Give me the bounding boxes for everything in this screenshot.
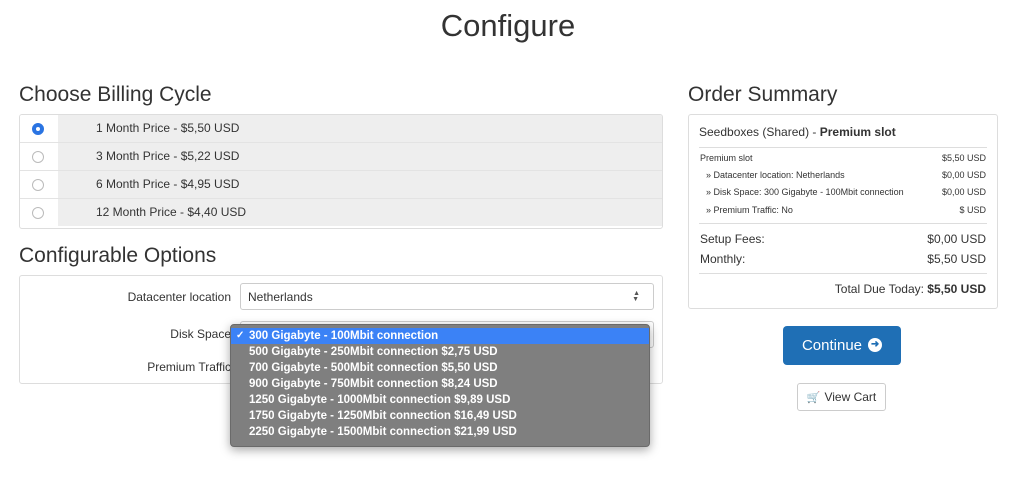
radio-3-month[interactable] [32,151,44,163]
premium-traffic-label: Premium Traffic [147,360,231,374]
radio-1-month[interactable] [32,123,44,135]
dropdown-option[interactable]: 500 Gigabyte - 250Mbit connection $2,75 … [231,344,649,360]
summary-divider [699,273,987,274]
shopping-cart-icon: 🛒 [806,392,821,404]
disk-space-label: Disk Space [170,327,231,341]
arrow-circle-right-icon: ➜ [868,338,883,353]
dropdown-option[interactable]: 1750 Gigabyte - 1250Mbit connection $16,… [231,408,649,424]
dropdown-option[interactable]: 700 Gigabyte - 500Mbit connection $5,50 … [231,360,649,376]
billing-option-12[interactable]: 12 Month Price - $4,40 USD [20,199,662,226]
summary-line: » Datacenter location: Netherlands $0,00 … [706,170,986,180]
summary-divider [699,147,987,148]
datacenter-select[interactable]: Netherlands ▲▼ [240,283,654,310]
continue-button[interactable]: Continue ➜ [783,326,901,365]
page-title: Configure [440,8,576,43]
total-due-row: Total Due Today: $5,50 USD [834,282,986,296]
summary-divider [699,223,987,224]
billing-option-label: 1 Month Price - $5,50 USD [58,115,662,142]
billing-options: 1 Month Price - $5,50 USD 3 Month Price … [19,114,663,229]
summary-line: Premium slot $5,50 USD [700,153,986,163]
monthly-row: Monthly: $5,50 USD [700,252,986,266]
radio-12-month[interactable] [32,207,44,219]
radio-6-month[interactable] [32,179,44,191]
setup-fees-row: Setup Fees: $0,00 USD [700,232,986,246]
datacenter-value: Netherlands [248,290,313,304]
billing-option-label: 12 Month Price - $4,40 USD [58,199,662,226]
dropdown-option[interactable]: 1250 Gigabyte - 1000Mbit connection $9,8… [231,392,649,408]
billing-option-3[interactable]: 3 Month Price - $5,22 USD [20,143,662,171]
view-cart-button[interactable]: 🛒 View Cart [797,383,886,411]
summary-line: » Premium Traffic: No $ USD [706,205,986,215]
order-summary-box: Seedboxes (Shared) - Premium slot Premiu… [688,114,998,309]
summary-product-heading: Seedboxes (Shared) - Premium slot [699,125,896,139]
dropdown-option[interactable]: 900 Gigabyte - 750Mbit connection $8,24 … [231,376,649,392]
configurable-options-title: Configurable Options [19,244,217,267]
dropdown-option[interactable]: ✓ 300 Gigabyte - 100Mbit connection [231,328,649,344]
order-summary-title: Order Summary [688,83,838,106]
billing-title: Choose Billing Cycle [19,83,212,106]
billing-option-6[interactable]: 6 Month Price - $4,95 USD [20,171,662,199]
select-arrows-icon: ▲▼ [632,290,641,303]
check-icon: ✓ [236,330,245,341]
billing-option-label: 6 Month Price - $4,95 USD [58,171,662,198]
summary-line: » Disk Space: 300 Gigabyte - 100Mbit con… [706,187,986,197]
datacenter-label: Datacenter location [127,290,231,304]
dropdown-option[interactable]: 2250 Gigabyte - 1500Mbit connection $21,… [231,424,649,440]
disk-space-dropdown[interactable]: ✓ 300 Gigabyte - 100Mbit connection 500 … [230,324,650,447]
billing-option-1[interactable]: 1 Month Price - $5,50 USD [20,115,662,143]
billing-option-label: 3 Month Price - $5,22 USD [58,143,662,170]
